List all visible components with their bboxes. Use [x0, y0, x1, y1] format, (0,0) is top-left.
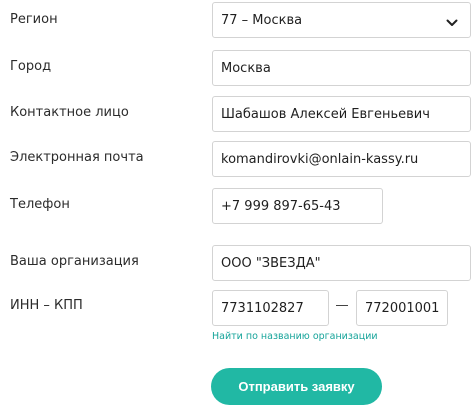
region-select[interactable]: 77 – Москва — [212, 2, 471, 38]
organization-value: ООО "ЗВЕЗДА" — [221, 255, 321, 271]
phone-value: +7 999 897-65-43 — [221, 198, 341, 214]
find-organization-link[interactable]: Найти по названию организации — [212, 331, 378, 342]
kpp-field[interactable]: 772001001 — [356, 290, 448, 326]
phone-label: Телефон — [10, 197, 70, 212]
contact-person-field[interactable]: Шабашов Алексей Евгеньевич — [212, 96, 471, 132]
city-value: Москва — [221, 60, 271, 76]
contact-label: Контактное лицо — [10, 105, 129, 120]
chevron-down-icon — [446, 16, 458, 26]
kpp-value: 772001001 — [365, 300, 440, 316]
email-value: komandirovki@onlain-kassy.ru — [221, 151, 419, 167]
city-field[interactable]: Москва — [212, 50, 471, 86]
region-label: Регион — [10, 12, 58, 27]
organization-field[interactable]: ООО "ЗВЕЗДА" — [212, 245, 471, 281]
inn-kpp-label: ИНН – КПП — [10, 298, 83, 313]
contact-person-value: Шабашов Алексей Евгеньевич — [221, 106, 430, 122]
submit-button[interactable]: Отправить заявку — [211, 368, 382, 405]
inn-kpp-separator — [336, 305, 348, 306]
phone-field[interactable]: +7 999 897-65-43 — [212, 188, 383, 224]
email-field[interactable]: komandirovki@onlain-kassy.ru — [212, 141, 471, 177]
email-label: Электронная почта — [10, 150, 144, 165]
organization-label: Ваша организация — [10, 254, 139, 269]
inn-field[interactable]: 7731102827 — [212, 290, 329, 326]
region-select-value: 77 – Москва — [221, 12, 303, 28]
city-label: Город — [10, 59, 52, 74]
inn-value: 7731102827 — [221, 300, 304, 316]
